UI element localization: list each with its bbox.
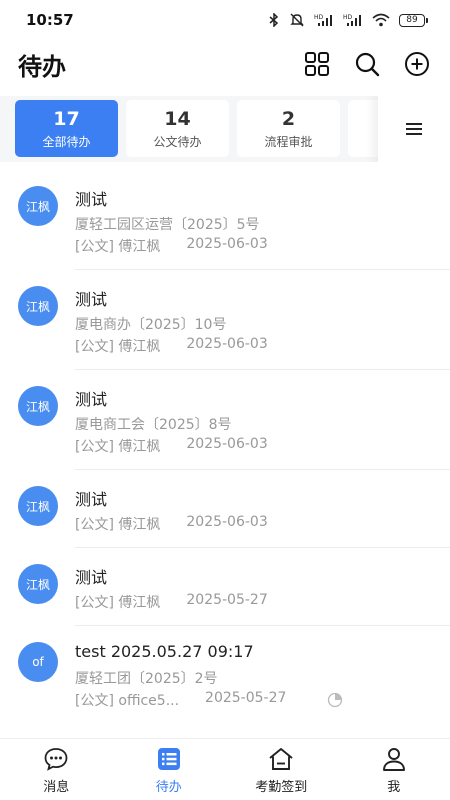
nav-label: 消息 (43, 779, 70, 795)
pie-progress-icon (327, 692, 343, 708)
svg-text:HD: HD (343, 14, 353, 21)
tab-count: 2 (281, 107, 296, 130)
list-item[interactable]: 江枫 测试 厦电商工会〔2025〕8号 [公文] 傅江枫 2025-06-03 (0, 370, 450, 470)
tab-label: 流程审批 (264, 134, 313, 149)
item-date: 2025-06-03 (186, 436, 268, 452)
bottom-nav: 消息 待办 考勤签到 我 (0, 738, 450, 800)
tab-count: 14 (164, 107, 191, 130)
item-subtitle: 厦轻工团〔2025〕2号 (75, 671, 218, 687)
item-date: 2025-06-03 (186, 514, 268, 530)
item-title: 测试 (75, 190, 108, 209)
item-tag: [公文] 傅江枫 (75, 339, 161, 355)
list-item[interactable]: 江枫 测试 [公文] 傅江枫 2025-05-27 (0, 548, 450, 626)
item-title: 测试 (75, 390, 108, 409)
grid-icon[interactable] (302, 49, 332, 79)
avatar: 江枫 (18, 564, 58, 604)
tab-process-approval[interactable]: 2 流程审批 (237, 100, 340, 157)
header-actions (302, 49, 432, 79)
status-bar: 10:57 HD HD 89 (0, 0, 450, 40)
item-meta: [公文] office5... 2025-05-27 (75, 690, 286, 710)
nav-label: 待办 (155, 779, 182, 795)
avatar: 江枫 (18, 186, 58, 226)
nav-me[interactable]: 我 (338, 739, 450, 800)
header: 待办 (0, 40, 450, 88)
item-meta: [公文] 傅江枫 2025-06-03 (75, 236, 268, 256)
mute-icon (289, 13, 305, 27)
message-icon (42, 745, 70, 773)
item-meta: [公文] 傅江枫 2025-06-03 (75, 436, 268, 456)
avatar: 江枫 (18, 386, 58, 426)
item-title: 测试 (75, 290, 108, 309)
item-subtitle: 厦电商办〔2025〕10号 (75, 317, 227, 333)
list-item[interactable]: 江枫 测试 厦轻工园区运营〔2025〕5号 [公文] 傅江枫 2025-06-0… (0, 170, 450, 270)
item-tag: [公文] office5... (75, 693, 180, 709)
todo-list-icon (155, 745, 183, 773)
tab-label: 公文待办 (153, 134, 202, 149)
svg-text:HD: HD (314, 14, 324, 21)
wifi-icon (372, 13, 390, 27)
item-tag: [公文] 傅江枫 (75, 595, 161, 611)
tab-label: 全部待办 (42, 134, 91, 149)
item-title: test 2025.05.27 09:17 (75, 642, 254, 661)
status-time: 10:57 (26, 11, 74, 29)
item-tag: [公文] 傅江枫 (75, 439, 161, 455)
nav-todo[interactable]: 待办 (113, 739, 226, 800)
nav-attendance[interactable]: 考勤签到 (225, 739, 338, 800)
item-subtitle: 厦轻工园区运营〔2025〕5号 (75, 217, 260, 233)
battery-level: 89 (399, 13, 425, 27)
battery-icon: 89 (399, 13, 428, 27)
item-date: 2025-06-03 (186, 236, 268, 252)
status-icons: HD HD 89 (268, 13, 428, 27)
item-title: 测试 (75, 490, 108, 509)
item-meta: [公文] 傅江枫 2025-06-03 (75, 514, 268, 534)
item-title: 测试 (75, 568, 108, 587)
item-meta: [公文] 傅江枫 2025-06-03 (75, 336, 268, 356)
menu-icon[interactable] (378, 96, 450, 162)
tab-all-todo[interactable]: 17 全部待办 (15, 100, 118, 157)
tab-document-todo[interactable]: 14 公文待办 (126, 100, 229, 157)
avatar: of (18, 642, 58, 682)
list-item[interactable]: of test 2025.05.27 09:17 厦轻工团〔2025〕2号 [公… (0, 626, 450, 732)
item-date: 2025-06-03 (186, 336, 268, 352)
list-item[interactable]: 江枫 测试 厦电商办〔2025〕10号 [公文] 傅江枫 2025-06-03 (0, 270, 450, 370)
item-meta: [公文] 傅江枫 2025-05-27 (75, 592, 268, 612)
item-tag: [公文] 傅江枫 (75, 517, 161, 533)
list-item[interactable]: 江枫 测试 [公文] 傅江枫 2025-06-03 (0, 470, 450, 548)
search-icon[interactable] (352, 49, 382, 79)
avatar: 江枫 (18, 486, 58, 526)
nav-label: 我 (387, 779, 401, 795)
nav-messages[interactable]: 消息 (0, 739, 113, 800)
user-icon (380, 745, 408, 773)
bluetooth-icon (268, 13, 280, 27)
item-date: 2025-05-27 (186, 592, 268, 608)
avatar: 江枫 (18, 286, 58, 326)
filter-tabs: 17 全部待办 14 公文待办 2 流程审批 任 (0, 96, 450, 162)
item-date: 2025-05-27 (205, 690, 287, 706)
item-tag: [公文] 傅江枫 (75, 239, 161, 255)
item-subtitle: 厦电商工会〔2025〕8号 (75, 417, 232, 433)
page-title: 待办 (18, 52, 66, 81)
signal-hd-icon: HD (343, 13, 363, 27)
add-circle-icon[interactable] (402, 49, 432, 79)
signal-hd-icon: HD (314, 13, 334, 27)
tab-count: 17 (53, 107, 80, 130)
nav-label: 考勤签到 (255, 779, 308, 795)
home-checkin-icon (267, 745, 295, 773)
